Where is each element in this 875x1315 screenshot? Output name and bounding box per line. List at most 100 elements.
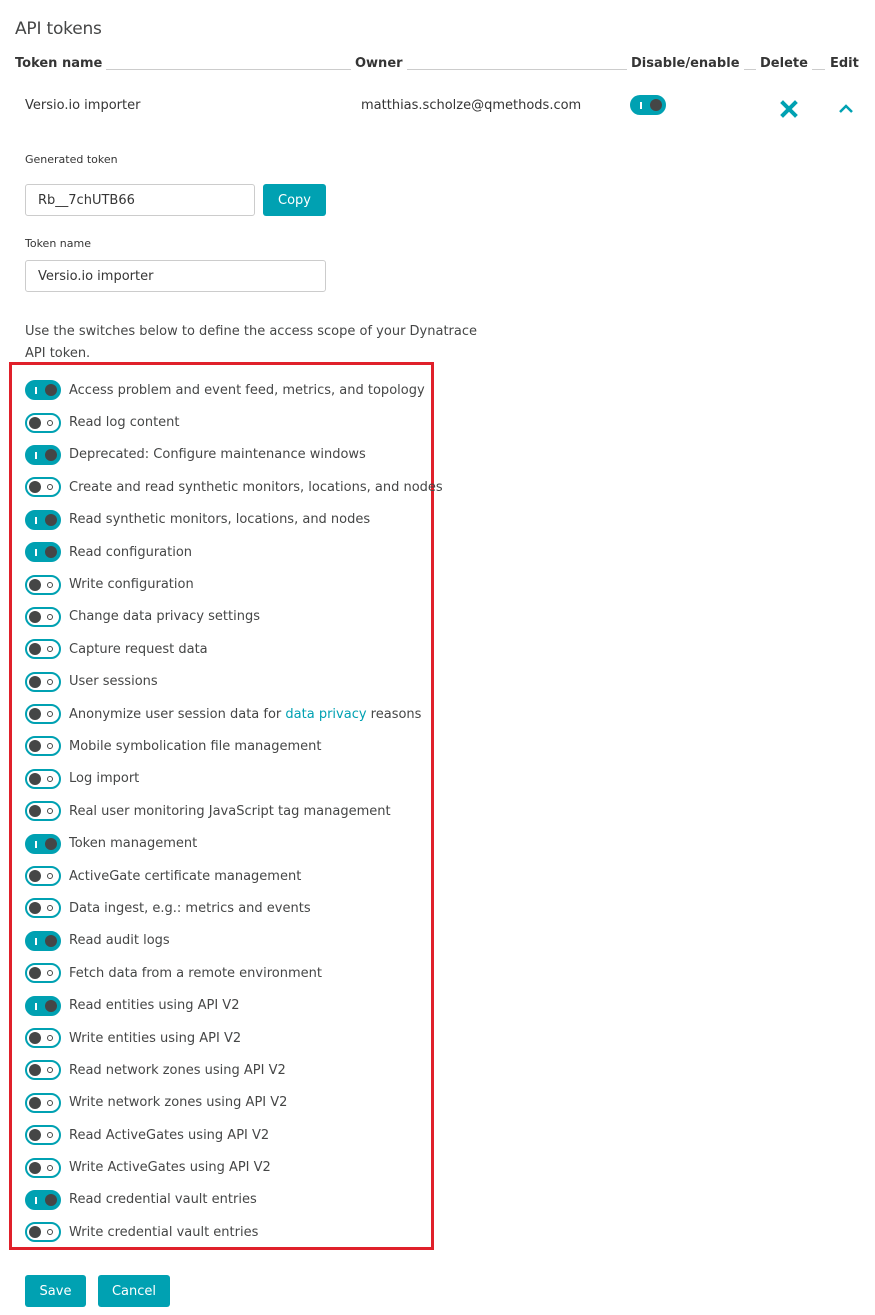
- toggle-off-mark: [47, 419, 53, 426]
- toggle-knob: [45, 546, 57, 559]
- scope-toggle[interactable]: [25, 444, 61, 465]
- toggle-knob: [29, 1226, 41, 1239]
- scope-toggle[interactable]: [25, 671, 61, 692]
- scope-toggle[interactable]: [25, 866, 61, 887]
- scope-toggle[interactable]: [25, 704, 61, 725]
- scope-toggle[interactable]: [25, 1092, 61, 1113]
- scope-toggle[interactable]: [25, 542, 61, 563]
- toggle-knob: [45, 448, 57, 461]
- toggle-off-mark: [47, 970, 53, 977]
- scope-item: Change data privacy settings: [25, 601, 445, 633]
- scope-item: Read entities using API V2: [25, 989, 445, 1021]
- scope-item: ActiveGate certificate management: [25, 860, 445, 892]
- scope-toggle[interactable]: [25, 963, 61, 984]
- scope-item: Log import: [25, 763, 445, 795]
- scope-toggle[interactable]: [25, 801, 61, 822]
- toggle-on-mark: [35, 549, 37, 557]
- toggle-on-mark: [35, 840, 37, 848]
- toggle-on-mark: [640, 102, 642, 109]
- scope-label: Read entities using API V2: [69, 998, 240, 1014]
- toggle-off-mark: [47, 808, 53, 815]
- scope-item: Read credential vault entries: [25, 1184, 445, 1216]
- cancel-button[interactable]: Cancel: [98, 1275, 170, 1307]
- scope-toggle[interactable]: [25, 736, 61, 757]
- scope-item: Write configuration: [25, 568, 445, 600]
- scope-label: Read ActiveGates using API V2: [69, 1127, 270, 1143]
- scope-item: Write entities using API V2: [25, 1022, 445, 1054]
- scope-toggle[interactable]: [25, 1028, 61, 1048]
- scope-toggle[interactable]: [25, 930, 61, 951]
- column-header-token-name[interactable]: Token name: [15, 56, 107, 71]
- scope-intro-text: Use the switches below to define the acc…: [25, 324, 478, 361]
- scope-list: Access problem and event feed, metrics, …: [25, 374, 445, 1249]
- scope-toggle[interactable]: [25, 898, 61, 919]
- toggle-knob: [29, 675, 41, 688]
- scope-item: Read log content: [25, 406, 445, 438]
- toggle-off-mark: [47, 1164, 53, 1171]
- scope-label: Write configuration: [69, 577, 194, 593]
- token-enable-toggle[interactable]: [630, 95, 666, 115]
- scope-toggle[interactable]: [25, 1189, 61, 1210]
- scope-toggle[interactable]: [25, 509, 61, 530]
- scope-toggle[interactable]: [25, 1222, 61, 1243]
- scope-label: ActiveGate certificate management: [69, 868, 302, 884]
- toggle-off-mark: [47, 873, 53, 880]
- scope-item: Token management: [25, 827, 445, 859]
- scope-label: Read network zones using API V2: [69, 1062, 286, 1078]
- scope-label: Mobile symbolication file management: [69, 738, 322, 754]
- scope-label: Real user monitoring JavaScript tag mana…: [69, 803, 391, 819]
- scope-toggle[interactable]: [25, 639, 61, 660]
- toggle-knob: [29, 708, 41, 721]
- delete-token-button[interactable]: [779, 99, 799, 119]
- collapse-edit-button[interactable]: [836, 99, 856, 119]
- scope-toggle[interactable]: [25, 477, 61, 498]
- scope-label: Log import: [69, 771, 140, 787]
- scope-toggle[interactable]: [25, 1125, 61, 1146]
- scope-item: Create and read synthetic monitors, loca…: [25, 471, 445, 503]
- toggle-knob: [29, 643, 41, 656]
- scope-item: Read network zones using API V2: [25, 1054, 445, 1086]
- scope-label: Write credential vault entries: [69, 1224, 259, 1240]
- scope-toggle[interactable]: [25, 606, 61, 627]
- scope-item: Read audit logs: [25, 925, 445, 957]
- scope-toggle[interactable]: [25, 1157, 61, 1178]
- toggle-off-mark: [47, 711, 53, 718]
- scope-label: Anonymize user session data for data pri…: [69, 706, 422, 722]
- toggle-knob: [45, 934, 57, 947]
- toggle-knob: [29, 610, 41, 623]
- page-title: API tokens: [15, 19, 102, 39]
- toggle-on-mark: [35, 387, 37, 395]
- scope-item: Read configuration: [25, 536, 445, 568]
- toggle-knob: [29, 481, 41, 494]
- save-button[interactable]: Save: [25, 1275, 86, 1307]
- toggle-off-mark: [47, 1035, 53, 1041]
- scope-label: Data ingest, e.g.: metrics and events: [69, 900, 311, 916]
- scope-label: User sessions: [69, 674, 158, 690]
- toggle-on-mark: [35, 1002, 37, 1010]
- toggle-knob: [29, 805, 41, 818]
- scope-item: Read synthetic monitors, locations, and …: [25, 504, 445, 536]
- generated-token-field[interactable]: [25, 184, 255, 216]
- scope-toggle[interactable]: [25, 768, 61, 789]
- copy-button[interactable]: Copy: [263, 184, 326, 216]
- scope-toggle[interactable]: [25, 412, 61, 433]
- toggle-off-mark: [47, 484, 53, 491]
- scope-label: Write entities using API V2: [69, 1030, 242, 1046]
- toggle-off-mark: [47, 775, 53, 782]
- toggle-off-mark: [47, 613, 53, 620]
- scope-toggle[interactable]: [25, 995, 61, 1016]
- scope-toggle[interactable]: [25, 380, 61, 401]
- toggle-off-mark: [47, 905, 53, 912]
- token-name-field[interactable]: [25, 260, 326, 292]
- toggle-off-mark: [47, 581, 53, 588]
- column-header-owner[interactable]: Owner: [351, 56, 407, 71]
- scope-toggle[interactable]: [25, 833, 61, 854]
- toggle-off-mark: [47, 743, 53, 750]
- scope-item: Real user monitoring JavaScript tag mana…: [25, 795, 445, 827]
- scope-toggle[interactable]: [25, 574, 61, 595]
- scope-label: Write network zones using API V2: [69, 1095, 288, 1111]
- data-privacy-link[interactable]: data privacy: [285, 707, 366, 722]
- scope-toggle[interactable]: [25, 1060, 61, 1081]
- toggle-off-mark: [47, 1099, 53, 1106]
- toggle-knob: [650, 99, 662, 111]
